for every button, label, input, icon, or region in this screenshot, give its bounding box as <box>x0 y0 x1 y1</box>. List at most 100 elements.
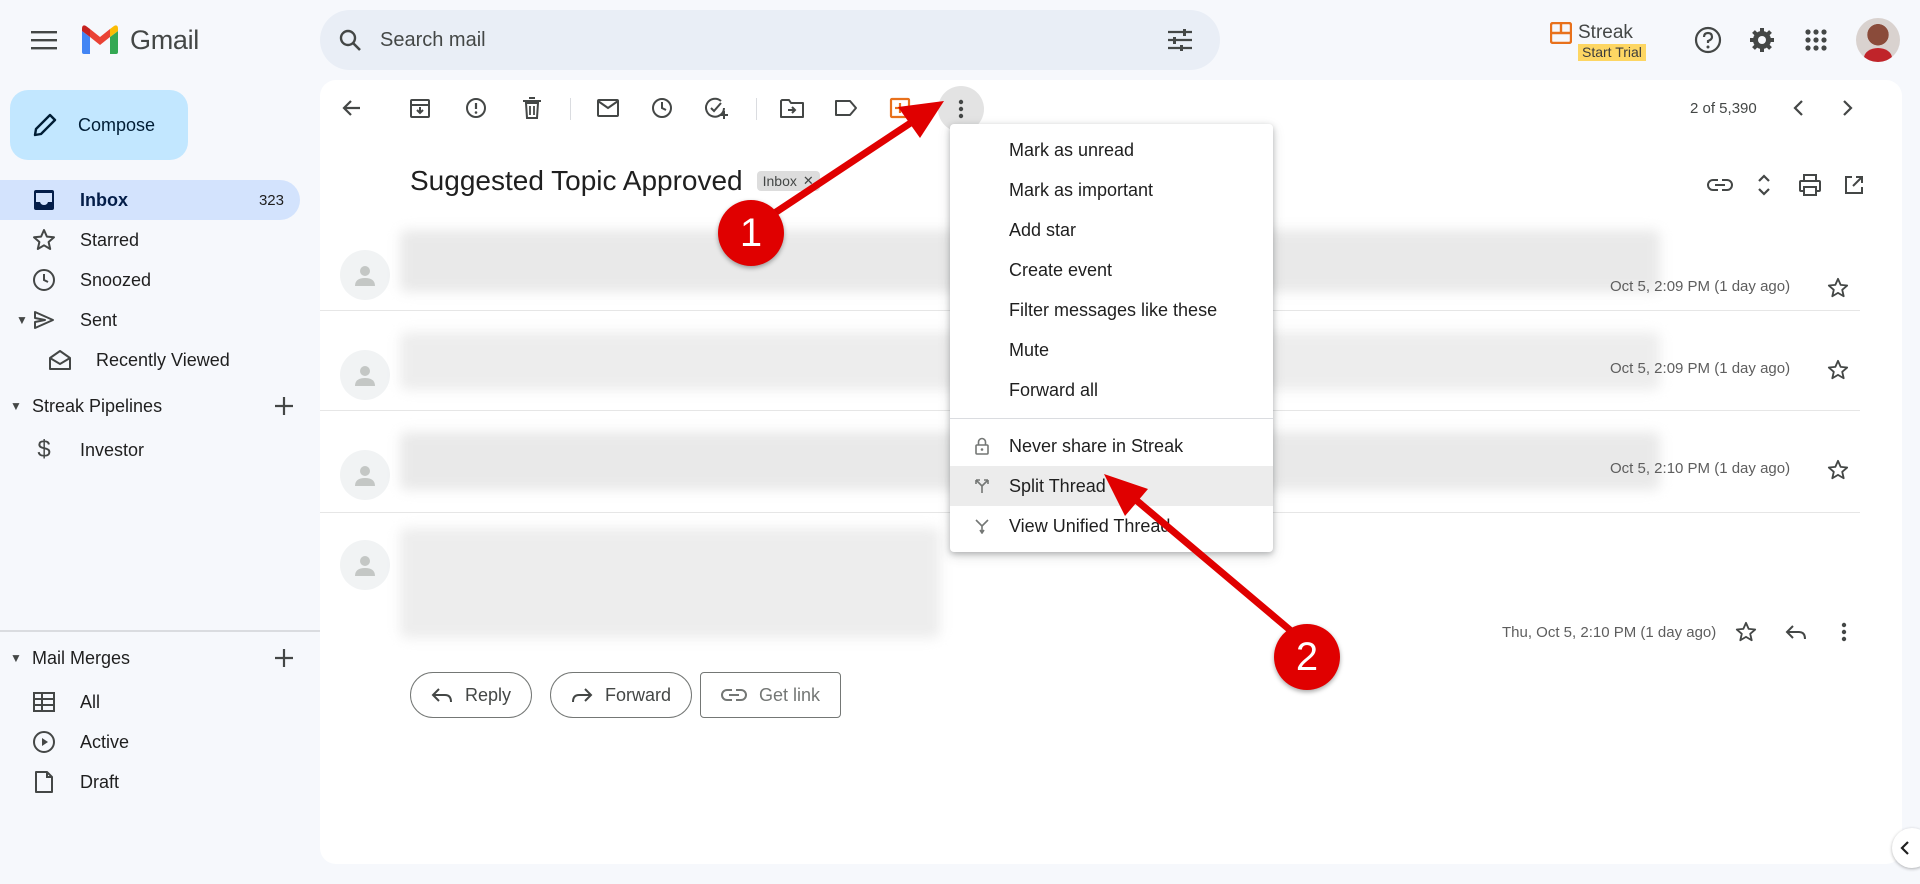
sidebar-item-label: Snoozed <box>80 269 152 290</box>
menu-item-create-event[interactable]: Create event <box>950 250 1273 290</box>
label-icon <box>835 100 857 116</box>
star-icon <box>1827 459 1849 480</box>
add-pipeline-button[interactable] <box>270 392 298 420</box>
expand-caret-icon[interactable]: ▼ <box>16 313 28 327</box>
merge-icon <box>972 516 992 536</box>
report-spam-button[interactable] <box>456 88 496 128</box>
streak-logo-icon <box>1550 22 1572 44</box>
move-to-button[interactable] <box>772 88 812 128</box>
reply-button[interactable] <box>1778 614 1814 650</box>
sidebar-item-recently-viewed[interactable]: Recently Viewed <box>0 340 300 380</box>
search-options-button[interactable] <box>1150 10 1210 70</box>
link-icon <box>1707 179 1733 191</box>
expand-caret-icon[interactable]: ▼ <box>10 651 22 665</box>
compose-button[interactable]: Compose <box>10 90 188 160</box>
menu-item-add-star[interactable]: Add star <box>950 210 1273 250</box>
add-mail-merge-button[interactable] <box>270 644 298 672</box>
sidebar-item-label: Sent <box>80 309 118 330</box>
chevron-left-icon <box>1793 100 1803 116</box>
menu-item-never-share-streak[interactable]: Never share in Streak <box>950 426 1273 466</box>
sidebar-item-investor[interactable]: $ Investor <box>0 430 300 470</box>
sidebar-item-inbox[interactable]: Inbox 323 <box>0 180 300 220</box>
menu-item-filter-messages[interactable]: Filter messages like these <box>950 290 1273 330</box>
search-button[interactable] <box>320 10 380 70</box>
open-in-new-icon <box>1845 176 1863 194</box>
lock-icon <box>972 436 992 456</box>
star-button[interactable] <box>1820 352 1856 388</box>
delete-button[interactable] <box>512 88 552 128</box>
reply-action-button[interactable]: Reply <box>410 672 533 718</box>
search-input[interactable] <box>380 28 1150 52</box>
more-vert-icon <box>958 99 964 119</box>
label-chip-text: Inbox <box>762 173 797 189</box>
menu-item-mark-unread[interactable]: Mark as unread <box>950 130 1273 170</box>
inbox-icon <box>30 186 58 214</box>
apps-button[interactable] <box>1796 20 1836 60</box>
print-button[interactable] <box>1790 165 1830 205</box>
streak-box-button[interactable] <box>880 88 920 128</box>
mark-unread-button[interactable] <box>588 88 628 128</box>
labels-button[interactable] <box>826 88 866 128</box>
chevron-right-icon <box>1843 100 1853 116</box>
support-button[interactable] <box>1688 20 1728 60</box>
side-panel-toggle[interactable] <box>1892 828 1920 868</box>
plus-icon <box>275 649 293 667</box>
menu-item-mark-important[interactable]: Mark as important <box>950 170 1273 210</box>
sidebar-item-starred[interactable]: Starred <box>0 220 300 260</box>
get-link-label: Get link <box>759 684 821 705</box>
settings-button[interactable] <box>1742 20 1782 60</box>
message-more-button[interactable] <box>1826 614 1862 650</box>
main-menu-button[interactable] <box>24 22 64 58</box>
streak-button[interactable]: Streak Start Trial <box>1550 22 1646 66</box>
menu-item-label: Split Thread <box>1009 475 1106 496</box>
reply-icon <box>431 688 452 703</box>
copy-link-button[interactable] <box>1700 165 1740 205</box>
sidebar-item-active[interactable]: Active <box>0 722 300 762</box>
sender-avatar <box>340 450 390 500</box>
star-button[interactable] <box>1728 614 1764 650</box>
expand-caret-icon[interactable]: ▼ <box>10 399 22 413</box>
section-streak-pipelines[interactable]: ▼ Streak Pipelines <box>0 386 320 426</box>
blurred-message-body <box>400 528 940 638</box>
gmail-logo[interactable]: Gmail <box>80 22 199 58</box>
section-mail-merges[interactable]: ▼ Mail Merges <box>0 638 320 678</box>
step-badge-1: 1 <box>718 200 784 266</box>
menu-item-forward-all[interactable]: Forward all <box>950 370 1273 410</box>
unread-count: 323 <box>258 191 284 209</box>
newer-button[interactable] <box>1778 88 1818 128</box>
sidebar-item-all[interactable]: All <box>0 682 300 722</box>
get-link-button[interactable]: Get link <box>700 672 842 718</box>
remove-label-icon[interactable]: ✕ <box>803 173 814 189</box>
sidebar-item-draft[interactable]: Draft <box>0 762 300 802</box>
star-button[interactable] <box>1820 270 1856 306</box>
open-mail-icon <box>46 346 74 374</box>
sidebar-item-sent[interactable]: ▼ Sent <box>0 300 300 340</box>
forward-action-button[interactable]: Forward <box>550 672 693 718</box>
archive-button[interactable] <box>400 88 440 128</box>
menu-item-label: Mute <box>1009 339 1050 360</box>
account-avatar[interactable] <box>1856 18 1900 62</box>
menu-item-split-thread[interactable]: Split Thread <box>950 466 1273 506</box>
star-button[interactable] <box>1820 452 1856 488</box>
menu-item-view-unified-thread[interactable]: View Unified Thread <box>950 506 1273 546</box>
split-icon <box>972 476 992 496</box>
sidebar-item-snoozed[interactable]: Snoozed <box>0 260 300 300</box>
add-to-tasks-button[interactable] <box>696 88 736 128</box>
expand-all-button[interactable] <box>1744 165 1784 205</box>
sidebar-item-label: Active <box>80 731 130 752</box>
forward-label: Forward <box>605 684 672 705</box>
menu-item-label: Create event <box>1009 259 1113 280</box>
back-button[interactable] <box>332 88 372 128</box>
dollar-icon: $ <box>37 436 51 463</box>
arrow-back-icon <box>342 100 360 116</box>
menu-item-mute[interactable]: Mute <box>950 330 1273 370</box>
link-icon <box>721 689 747 701</box>
open-new-window-button[interactable] <box>1834 165 1874 205</box>
older-button[interactable] <box>1828 88 1868 128</box>
reply-icon <box>1785 625 1806 640</box>
pagination-label: 2 of 5,390 <box>1690 100 1757 117</box>
search-icon <box>339 29 361 51</box>
snooze-button[interactable] <box>642 88 682 128</box>
mail-icon <box>597 99 619 117</box>
start-trial-badge[interactable]: Start Trial <box>1578 44 1646 61</box>
